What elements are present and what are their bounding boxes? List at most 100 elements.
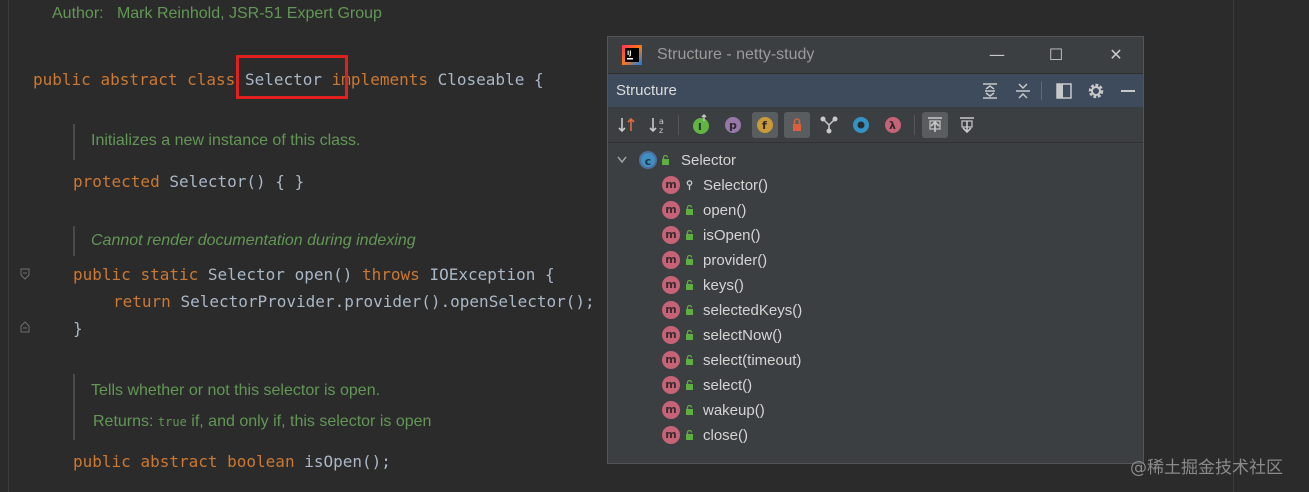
- open-method-body: return SelectorProvider.provider().openS…: [113, 292, 595, 311]
- constructor-signature: Selector() { }: [169, 172, 305, 191]
- tree-member-row[interactable]: m provider(): [608, 248, 1143, 273]
- public-lock-icon: [662, 155, 669, 165]
- autoscroll-from-source-icon[interactable]: [954, 112, 980, 138]
- gear-icon[interactable]: [1086, 81, 1106, 101]
- tree-member-label: selectedKeys(): [703, 302, 803, 319]
- method-icon: m: [662, 376, 680, 394]
- show-properties-icon[interactable]: p: [720, 112, 746, 138]
- layout-icon[interactable]: [1054, 81, 1074, 101]
- show-anonymous-icon[interactable]: [816, 112, 842, 138]
- autoscroll-to-source-icon[interactable]: [922, 112, 948, 138]
- structure-header-title: Structure: [616, 82, 677, 99]
- doc-comment: Tells whether or not this selector is op…: [91, 382, 381, 399]
- constructor-line: protected Selector() { }: [73, 172, 304, 191]
- keyword: protected: [73, 172, 160, 191]
- returns-code: true: [157, 415, 187, 429]
- method-icon: m: [662, 351, 680, 369]
- interface-name[interactable]: Closeable: [438, 70, 525, 89]
- watermark-text: @稀土掘金技术社区: [1130, 458, 1283, 478]
- hide-icon[interactable]: [1118, 81, 1138, 101]
- show-non-public-icon[interactable]: [784, 112, 810, 138]
- collapse-all-icon[interactable]: [1013, 81, 1033, 101]
- class-icon: c: [639, 151, 657, 169]
- right-margin-guide: [1233, 0, 1234, 492]
- keyword: public: [73, 265, 131, 284]
- tree-member-label: open(): [703, 202, 747, 219]
- tree-member-label: selectNow(): [703, 327, 783, 344]
- keyword: static: [140, 265, 199, 284]
- keyword: abstract: [140, 452, 218, 471]
- public-lock-icon: [686, 405, 693, 415]
- public-lock-icon: [686, 230, 693, 240]
- maximize-button[interactable]: ☐: [1043, 43, 1069, 67]
- method-name: isOpen();: [304, 452, 391, 471]
- svg-text:a: a: [659, 117, 664, 126]
- doc-comment: Initializes a new instance of this class…: [91, 132, 361, 149]
- window-titlebar[interactable]: IJ Structure - netty-study — ☐ ✕: [608, 37, 1143, 73]
- gutter-divider: [8, 0, 9, 492]
- return-expression: SelectorProvider.provider().openSelector…: [180, 292, 595, 311]
- minimize-button[interactable]: —: [984, 43, 1010, 67]
- method-icon: m: [662, 326, 680, 344]
- tree-root-row[interactable]: c Selector: [608, 148, 1143, 173]
- tree-member-row[interactable]: m selectNow(): [608, 323, 1143, 348]
- header-separator: [1041, 82, 1042, 100]
- tree-root-label: Selector: [681, 152, 737, 169]
- window-title: Structure - netty-study: [657, 46, 815, 63]
- tree-member-label: keys(): [703, 277, 744, 294]
- tree-member-row[interactable]: m close(): [608, 423, 1143, 448]
- sort-alphabetically-icon[interactable]: az: [646, 112, 672, 138]
- protected-key-icon: [686, 180, 693, 190]
- svg-text:I: I: [698, 122, 702, 133]
- method-icon: m: [662, 276, 680, 294]
- doc-bar: [73, 226, 75, 256]
- tree-member-label: isOpen(): [703, 227, 761, 244]
- doc-bar: [73, 374, 75, 440]
- lambda-icon[interactable]: λ: [880, 112, 906, 138]
- toolbar-separator: [914, 115, 915, 135]
- tree-member-label: Selector(): [703, 177, 769, 194]
- tree-member-row[interactable]: m Selector(): [608, 173, 1143, 198]
- structure-toolbar: az I p f λ: [608, 107, 1143, 143]
- structure-window[interactable]: IJ Structure - netty-study — ☐ ✕ Structu…: [607, 36, 1144, 464]
- keyword: class: [187, 70, 236, 89]
- method-name: open(): [294, 265, 353, 284]
- tree-member-row[interactable]: m select(): [608, 373, 1143, 398]
- returns-text: if, and only if, this selector is open: [191, 413, 432, 430]
- method-icon: m: [662, 426, 680, 444]
- tree-member-row[interactable]: m wakeup(): [608, 398, 1143, 423]
- method-icon: m: [662, 401, 680, 419]
- show-lambdas-icon[interactable]: [848, 112, 874, 138]
- svg-text:z: z: [659, 126, 663, 135]
- sort-by-visibility-icon[interactable]: [614, 112, 640, 138]
- tree-member-label: select(): [703, 377, 753, 394]
- keyword: throws: [362, 265, 420, 284]
- tree-member-label: wakeup(): [703, 402, 765, 419]
- svg-text:f: f: [762, 119, 767, 132]
- svg-text:IJ: IJ: [627, 50, 631, 57]
- tree-member-row[interactable]: m select(timeout): [608, 348, 1143, 373]
- tree-member-row[interactable]: m isOpen(): [608, 223, 1143, 248]
- author-value: Mark Reinhold, JSR-51 Expert Group: [116, 5, 382, 22]
- keyword: public: [73, 452, 131, 471]
- show-fields-icon[interactable]: f: [752, 112, 778, 138]
- tree-member-label: provider(): [703, 252, 768, 269]
- tree-member-row[interactable]: m selectedKeys(): [608, 298, 1143, 323]
- expand-all-icon[interactable]: [980, 81, 1000, 101]
- public-lock-icon: [686, 330, 693, 340]
- fold-icon[interactable]: [20, 268, 30, 280]
- closing-brace: }: [73, 319, 83, 338]
- method-icon: m: [662, 301, 680, 319]
- show-inherited-icon[interactable]: I: [688, 112, 714, 138]
- tree-member-row[interactable]: m keys(): [608, 273, 1143, 298]
- unfold-icon[interactable]: [20, 321, 30, 333]
- keyword: return: [113, 292, 171, 311]
- close-button[interactable]: ✕: [1103, 43, 1129, 67]
- keyword: public: [33, 70, 91, 89]
- tree-member-row[interactable]: m open(): [608, 198, 1143, 223]
- intellij-app-icon: IJ: [622, 45, 642, 65]
- method-icon: m: [662, 201, 680, 219]
- brace: {: [533, 70, 544, 89]
- doc-bar: [73, 124, 75, 160]
- chevron-down-icon[interactable]: [617, 156, 627, 164]
